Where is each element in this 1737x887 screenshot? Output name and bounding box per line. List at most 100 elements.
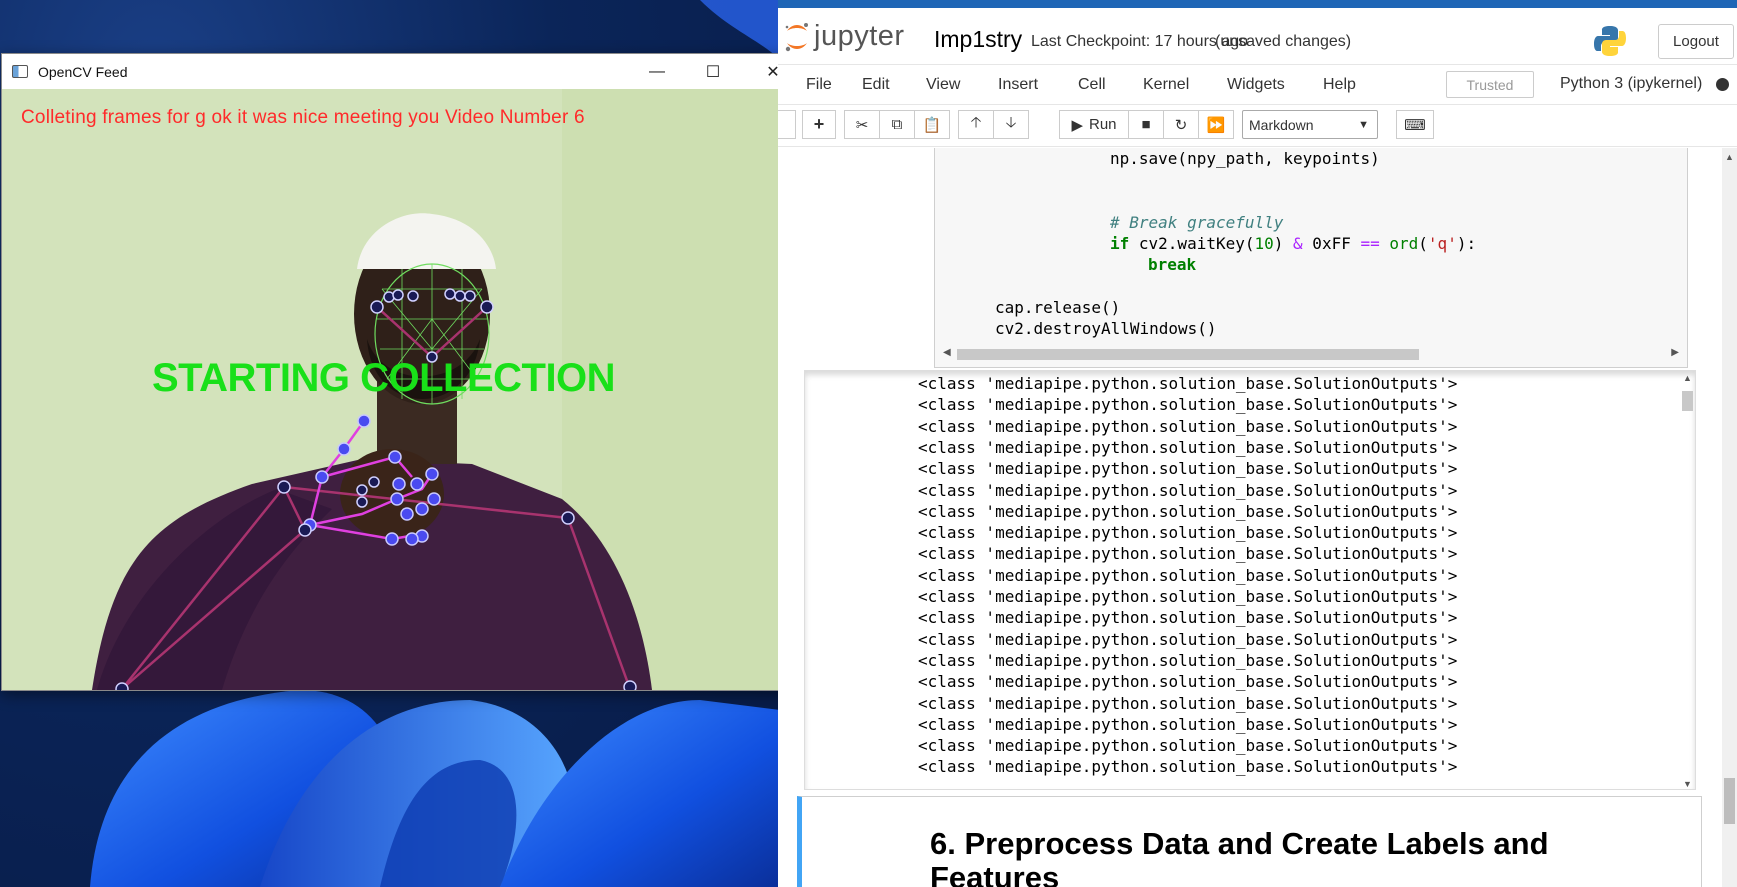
scrollbar-thumb[interactable] — [1724, 778, 1735, 824]
unsaved-status: (unsaved changes) — [1215, 33, 1352, 50]
play-icon: ▶ — [1071, 116, 1083, 134]
opencv-app-icon — [12, 65, 28, 78]
menu-cell[interactable]: Cell — [1078, 76, 1106, 94]
code-operator: == — [1360, 234, 1380, 253]
keyboard-icon: ⌨ — [1404, 116, 1426, 134]
jupyter-logo-text: jupyter — [814, 20, 905, 52]
output-line: <class 'mediapipe.python.solution_base.S… — [918, 374, 1458, 393]
fast-forward-icon: ⏩ — [1206, 116, 1226, 134]
insert-cell-button[interactable]: + — [802, 110, 836, 139]
cell-output-area[interactable]: <class 'mediapipe.python.solution_base.S… — [804, 370, 1696, 790]
output-line: <class 'mediapipe.python.solution_base.S… — [918, 416, 1458, 436]
code-builtin: ord — [1389, 234, 1419, 253]
notebook-toolbar: + ✂ ⧉ 📋 🡡 🡣 ▶ Run ■ ↻ ⏩ Markdown ▼ ⌨ — [778, 105, 1737, 147]
restart-run-all-button[interactable]: ⏩ — [1198, 110, 1234, 139]
code-number: 10 — [1254, 234, 1274, 253]
arrow-up-icon: 🡡 — [970, 114, 982, 131]
output-line: <class 'mediapipe.python.solution_base.S… — [918, 544, 1458, 564]
menu-widgets[interactable]: Widgets — [1227, 76, 1285, 94]
interrupt-button[interactable]: ■ — [1128, 110, 1164, 139]
code-break: break — [1148, 255, 1197, 274]
run-label: Run — [1089, 116, 1117, 133]
cut-button[interactable]: ✂ — [844, 110, 880, 139]
output-line: <class 'mediapipe.python.solution_base.S… — [918, 437, 1458, 457]
scissors-icon: ✂ — [855, 116, 869, 134]
opencv-titlebar[interactable]: OpenCV Feed — ☐ ✕ — [2, 54, 800, 89]
menu-help[interactable]: Help — [1323, 76, 1356, 94]
minimize-icon: — — [649, 62, 665, 80]
menu-view[interactable]: View — [926, 76, 960, 94]
notebook-area: np.save(npy_path, keypoints) # Break gra… — [778, 148, 1722, 887]
output-line: <class 'mediapipe.python.solution_base.S… — [918, 587, 1458, 606]
arrow-down-icon: 🡣 — [1005, 114, 1017, 131]
output-line: <class 'mediapipe.python.solution_base.S… — [918, 757, 1458, 777]
maximize-button[interactable]: ☐ — [688, 54, 738, 89]
kernel-status-icon — [1716, 78, 1729, 91]
keyword: if — [1110, 234, 1130, 253]
menu-file[interactable]: File — [806, 76, 832, 94]
save-button[interactable] — [778, 110, 796, 139]
trusted-badge[interactable]: Trusted — [1446, 71, 1534, 98]
menu-kernel[interactable]: Kernel — [1143, 76, 1189, 94]
scroll-down-icon: ▼ — [1683, 779, 1692, 789]
output-line: <class 'mediapipe.python.solution_base.S… — [918, 480, 1458, 500]
output-line: <class 'mediapipe.python.solution_base.S… — [918, 629, 1458, 649]
copy-button[interactable]: ⧉ — [879, 110, 915, 139]
output-line: <class 'mediapipe.python.solution_base.S… — [918, 501, 1458, 521]
run-button[interactable]: ▶ Run — [1059, 110, 1129, 139]
scroll-left-icon: ◀ — [943, 347, 951, 358]
cell-type-select[interactable]: Markdown ▼ — [1242, 110, 1378, 139]
output-line: <class 'mediapipe.python.solution_base.S… — [918, 565, 1458, 585]
code-token: ): — [1456, 234, 1477, 253]
code-token: 0xFF — [1302, 234, 1361, 253]
scroll-right-icon: ▶ — [1671, 347, 1679, 358]
code-horizontal-scrollbar[interactable]: ◀ ▶ — [939, 346, 1683, 362]
scroll-up-icon: ▲ — [1725, 152, 1734, 162]
menu-insert[interactable]: Insert — [998, 76, 1038, 94]
scrollbar-thumb[interactable] — [957, 349, 1419, 360]
code-cell[interactable]: np.save(npy_path, keypoints) # Break gra… — [934, 148, 1688, 368]
output-line: <class 'mediapipe.python.solution_base.S… — [918, 714, 1458, 734]
command-palette-button[interactable]: ⌨ — [1396, 110, 1434, 139]
code-comment: # Break gracefully — [1110, 213, 1284, 232]
minimize-button[interactable]: — — [632, 54, 682, 89]
code-string: 'q' — [1427, 234, 1457, 253]
opencv-feed-window[interactable]: OpenCV Feed — ☐ ✕ Colleting frames for g… — [1, 53, 801, 691]
notebook-name[interactable]: Imp1stry — [934, 26, 1022, 53]
output-vertical-scrollbar[interactable]: ▲ ▼ — [1679, 371, 1695, 789]
markdown-cell[interactable]: 6. Preprocess Data and Create Labels and… — [797, 796, 1702, 887]
page-vertical-scrollbar[interactable]: ▲ — [1722, 148, 1737, 887]
cell-type-value: Markdown — [1249, 116, 1314, 133]
jupyter-logo[interactable]: jupyter — [784, 20, 905, 53]
paste-icon: 📋 — [922, 116, 942, 134]
move-down-button[interactable]: 🡣 — [993, 110, 1029, 139]
output-line: <class 'mediapipe.python.solution_base.S… — [918, 459, 1458, 479]
jupyter-notebook-window: jupyter Imp1stry Last Checkpoint: 17 hou… — [778, 0, 1737, 887]
menu-edit[interactable]: Edit — [862, 76, 890, 94]
restart-icon: ↻ — [1174, 116, 1188, 134]
logout-button[interactable]: Logout — [1658, 24, 1734, 59]
output-line: <class 'mediapipe.python.solution_base.S… — [918, 693, 1458, 713]
maximize-icon: ☐ — [705, 63, 721, 81]
output-line: <class 'mediapipe.python.solution_base.S… — [918, 650, 1458, 670]
code-line: np.save(npy_path, keypoints) — [1110, 149, 1380, 168]
code-token: ) — [1273, 234, 1294, 253]
scrollbar-thumb[interactable] — [1682, 391, 1693, 411]
starting-collection-overlay: STARTING COLLECTION — [152, 356, 616, 400]
code-token: ( — [1418, 234, 1428, 253]
move-up-button[interactable]: 🡡 — [958, 110, 994, 139]
section-heading: 6. Preprocess Data and Create Labels and… — [930, 826, 1549, 887]
kernel-name[interactable]: Python 3 (ipykernel) — [1560, 75, 1702, 93]
restart-button[interactable]: ↻ — [1163, 110, 1199, 139]
jupyter-topbar — [778, 0, 1737, 8]
output-line: <class 'mediapipe.python.solution_base.S… — [918, 395, 1458, 415]
jupyter-logo-icon — [785, 22, 808, 51]
python-logo-icon — [1594, 26, 1626, 56]
chevron-down-icon: ▼ — [1358, 119, 1369, 131]
opencv-window-title: OpenCV Feed — [38, 63, 128, 80]
code-operator: & — [1293, 234, 1303, 253]
paste-button[interactable]: 📋 — [914, 110, 950, 139]
code-line: cap.release() — [995, 298, 1121, 317]
copy-icon: ⧉ — [891, 116, 903, 133]
